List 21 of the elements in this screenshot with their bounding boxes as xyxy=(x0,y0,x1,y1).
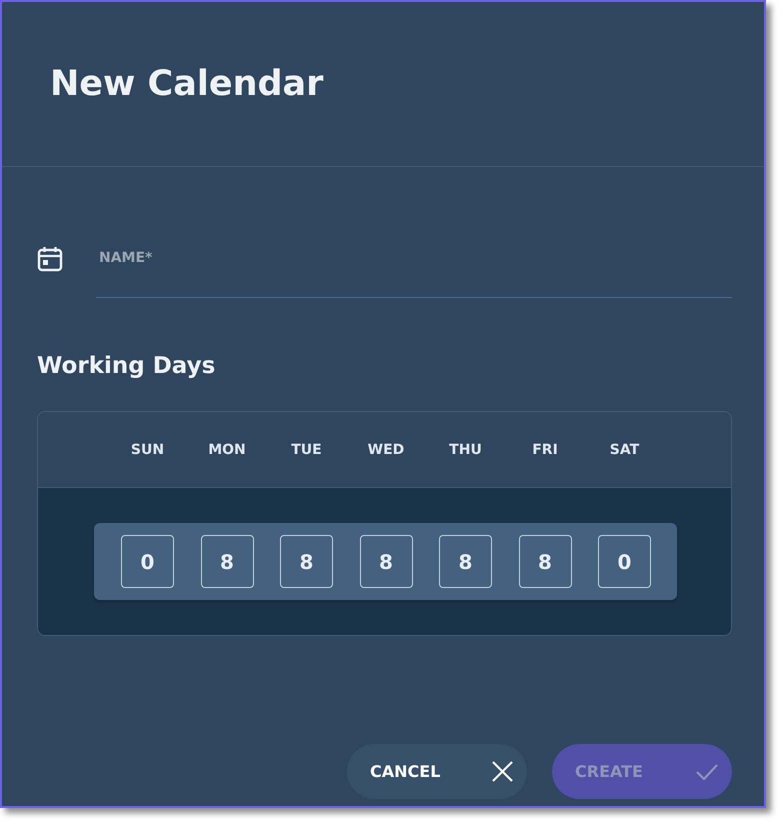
day-label: SUN xyxy=(130,442,164,458)
hours-field[interactable]: 0 xyxy=(121,535,174,588)
cancel-button[interactable]: CANCEL xyxy=(347,744,527,799)
day-label: MON xyxy=(208,442,246,458)
dialog-title: New Calendar xyxy=(50,63,324,105)
hours-field[interactable]: 0 xyxy=(598,535,651,588)
hours-field[interactable]: 8 xyxy=(360,535,412,588)
name-field[interactable]: NAME* xyxy=(96,230,732,298)
day-label: FRI xyxy=(532,442,558,458)
day-label: SAT xyxy=(610,442,640,458)
hours-field[interactable]: 8 xyxy=(200,535,254,588)
close-icon xyxy=(492,761,513,782)
check-icon xyxy=(696,764,718,780)
hours-field[interactable]: 8 xyxy=(518,535,572,588)
section-title: Working Days xyxy=(37,352,216,381)
hours-field[interactable]: 8 xyxy=(439,535,492,588)
day-label: THU xyxy=(449,442,482,458)
day-label: WED xyxy=(368,442,404,458)
calendar-icon xyxy=(37,246,63,272)
hours-field[interactable]: 8 xyxy=(280,535,333,588)
day-label: TUE xyxy=(291,442,322,458)
